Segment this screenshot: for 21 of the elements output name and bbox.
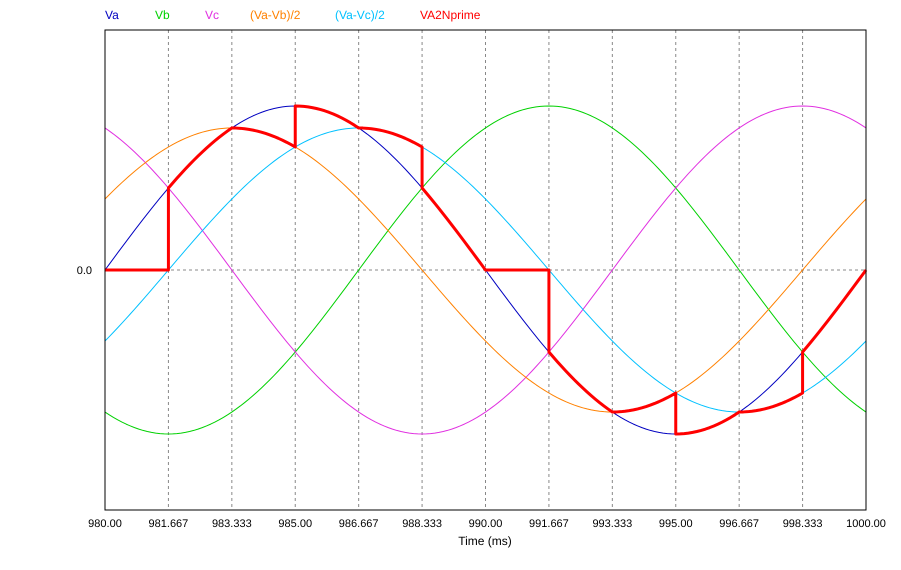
tick-label: 1000.00 — [846, 518, 886, 530]
legend-label: Va — [105, 8, 119, 22]
legend-label: Vc — [205, 8, 220, 22]
tick-label: 995.00 — [658, 518, 693, 530]
tick-label: 0.0 — [76, 265, 92, 277]
tick-label: 991.667 — [529, 518, 569, 530]
tick-label: 983.333 — [212, 518, 252, 530]
tick-label: 990.00 — [468, 518, 502, 530]
tick-label: 988.333 — [402, 518, 442, 530]
tick-label: 985.00 — [278, 518, 312, 530]
legend-label: VA2Nprime — [420, 8, 480, 22]
legend-label: (Va-Vc)/2 — [335, 8, 385, 22]
tick-label: 981.667 — [148, 518, 188, 530]
tick-label: 986.667 — [338, 518, 379, 530]
axis-title: Time (ms) — [458, 534, 512, 548]
legend-label: Vb — [155, 8, 170, 22]
tick-label: 996.667 — [719, 518, 760, 530]
tick-label: 998.333 — [782, 518, 822, 530]
tick-label: 980.00 — [88, 518, 122, 530]
tick-label: 993.333 — [592, 518, 632, 530]
legend-label: (Va-Vb)/2 — [250, 8, 300, 22]
